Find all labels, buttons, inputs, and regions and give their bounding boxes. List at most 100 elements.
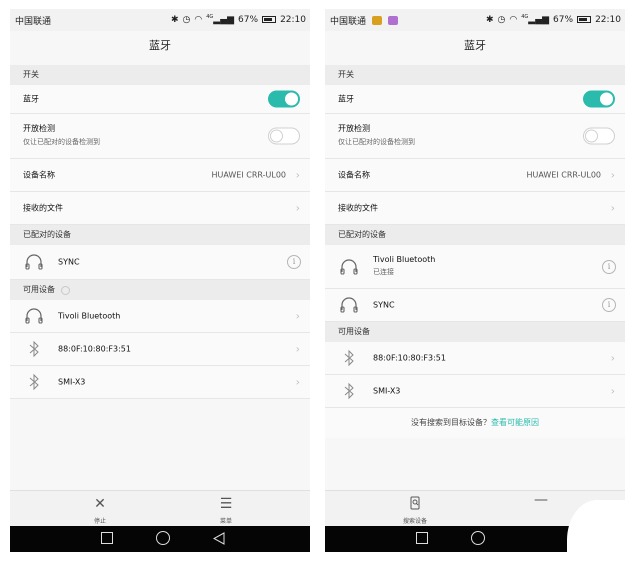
section-header-switch: 开关 <box>10 65 310 85</box>
phone-screen-right: 中国联通 ✱ ◷ ◠ 4G▂▄▆ 67% 22:10 蓝牙 开关 蓝牙 开放检测… <box>325 9 625 552</box>
section-header-available: 可用设备 <box>325 322 625 342</box>
battery-icon <box>577 16 592 23</box>
open-detection-toggle[interactable] <box>583 127 615 145</box>
back-button[interactable] <box>213 532 225 545</box>
menu-icon: ☰ <box>219 496 233 512</box>
chevron-right-icon: › <box>610 351 615 365</box>
home-button[interactable] <box>471 531 485 545</box>
open-detection-sub: 仅让已配对的设备检测到 <box>23 138 100 146</box>
info-icon[interactable]: i <box>602 259 616 274</box>
available-device-name: 88:0F:10:80:F3:51 <box>373 353 446 363</box>
open-detection-row[interactable]: 开放检测 仅让已配对的设备检测到 <box>10 114 310 159</box>
stop-button[interactable]: ✕ 停止 <box>70 494 130 525</box>
section-header-paired: 已配对的设备 <box>10 225 310 245</box>
device-name-label: 设备名称 <box>23 170 55 180</box>
signal-icon: 4G▂▄▆ <box>521 14 550 25</box>
bluetooth-toggle-row[interactable]: 蓝牙 <box>325 85 625 114</box>
status-bar: 中国联通 ✱ ◷ ◠ 4G▂▄▆ 67% 22:10 <box>10 9 310 31</box>
bluetooth-icon <box>29 373 39 391</box>
received-files-label: 接收的文件 <box>23 203 63 213</box>
menu-label: 菜单 <box>219 518 232 525</box>
bluetooth-icon <box>29 340 39 358</box>
paired-device-row[interactable]: SYNC i <box>10 245 310 280</box>
available-device-row[interactable]: 88:0F:10:80:F3:51 › <box>10 333 310 366</box>
stop-label: 停止 <box>93 518 106 525</box>
signal-icon: 4G▂▄▆ <box>206 14 235 25</box>
device-name-value: HUAWEI CRR-UL00 <box>526 170 601 180</box>
carrier-label: 中国联通 <box>15 17 52 27</box>
available-device-name: SMI-X3 <box>58 377 86 387</box>
received-files-row[interactable]: 接收的文件 › <box>10 192 310 225</box>
device-name-row[interactable]: 设备名称 HUAWEI CRR-UL00 › <box>325 159 625 192</box>
available-device-name: Tivoli Bluetooth <box>58 311 121 321</box>
recent-apps-button[interactable] <box>101 532 113 544</box>
home-button[interactable] <box>156 531 170 545</box>
paired-device-name: SYNC <box>58 257 80 267</box>
recent-apps-button[interactable] <box>416 532 428 544</box>
menu-button[interactable]: — <box>511 492 571 514</box>
battery-percent: 67% <box>553 14 574 25</box>
info-icon[interactable]: i <box>287 255 301 269</box>
chevron-right-icon: › <box>610 384 615 398</box>
info-icon[interactable]: i <box>602 298 616 312</box>
open-detection-sub: 仅让已配对的设备检测到 <box>338 138 415 146</box>
available-device-row[interactable]: SMI-X3 › <box>325 375 625 408</box>
headphones-icon <box>340 258 358 275</box>
open-detection-label: 开放检测 <box>338 124 370 133</box>
bluetooth-icon <box>344 382 354 400</box>
menu-button[interactable]: ☰ 菜单 <box>196 494 256 525</box>
chevron-right-icon: › <box>295 168 300 182</box>
wifi-icon: ◠ <box>509 14 518 25</box>
bluetooth-icon <box>344 349 354 367</box>
bluetooth-status-icon: ✱ <box>170 14 179 25</box>
headphones-icon <box>25 254 43 270</box>
device-name-label: 设备名称 <box>338 170 370 180</box>
battery-icon <box>262 16 277 23</box>
bluetooth-label: 蓝牙 <box>338 94 354 104</box>
menu-icon: — <box>534 492 548 508</box>
headphones-icon <box>340 297 358 313</box>
bluetooth-toggle[interactable] <box>583 90 615 108</box>
status-bar: 中国联通 ✱ ◷ ◠ 4G▂▄▆ 67% 22:10 <box>325 9 625 31</box>
available-device-row[interactable]: 88:0F:10:80:F3:51 › <box>325 342 625 375</box>
received-files-row[interactable]: 接收的文件 › <box>325 192 625 225</box>
app-notification-icon <box>387 16 398 25</box>
search-device-icon <box>410 496 420 510</box>
received-files-label: 接收的文件 <box>338 203 378 213</box>
available-device-row[interactable]: Tivoli Bluetooth › <box>10 300 310 333</box>
close-icon: ✕ <box>94 496 106 512</box>
paired-device-name: Tivoli Bluetooth <box>373 255 436 264</box>
device-name-row[interactable]: 设备名称 HUAWEI CRR-UL00 › <box>10 159 310 192</box>
search-devices-label: 搜索设备 <box>402 518 427 525</box>
battery-percent: 67% <box>238 14 259 25</box>
paired-device-row[interactable]: Tivoli Bluetooth 已连接 i <box>325 245 625 289</box>
not-found-hint: 没有搜索到目标设备？查看可能原因 <box>325 408 625 438</box>
open-detection-label: 开放检测 <box>23 124 55 133</box>
carrier-label: 中国联通 <box>330 17 367 27</box>
loading-spinner-icon <box>61 285 70 295</box>
available-device-name: SMI-X3 <box>373 386 401 396</box>
bluetooth-toggle-row[interactable]: 蓝牙 <box>10 85 310 114</box>
search-devices-button[interactable]: 搜索设备 <box>385 494 445 525</box>
clock: 22:10 <box>280 14 306 25</box>
available-device-row[interactable]: SMI-X3 › <box>10 366 310 399</box>
clock: 22:10 <box>595 14 621 25</box>
section-header-available: 可用设备 <box>10 280 310 300</box>
alarm-icon: ◷ <box>497 14 506 25</box>
bluetooth-status-icon: ✱ <box>485 14 494 25</box>
possible-reasons-link[interactable]: 查看可能原因 <box>491 418 539 427</box>
bluetooth-toggle[interactable] <box>268 90 300 108</box>
system-nav-bar <box>10 526 310 552</box>
chevron-right-icon: › <box>610 168 615 182</box>
chevron-right-icon: › <box>295 342 300 356</box>
open-detection-toggle[interactable] <box>268 127 300 145</box>
section-header-paired: 已配对的设备 <box>325 225 625 245</box>
chevron-right-icon: › <box>295 375 300 389</box>
open-detection-row[interactable]: 开放检测 仅让已配对的设备检测到 <box>325 114 625 159</box>
app-notification-icon <box>371 16 382 25</box>
paired-device-row[interactable]: SYNC i <box>325 289 625 322</box>
headphones-icon <box>25 308 43 324</box>
connected-status: 已连接 <box>373 268 394 276</box>
bottom-action-bar: ✕ 停止 ☰ 菜单 <box>10 490 310 526</box>
wifi-icon: ◠ <box>194 14 203 25</box>
